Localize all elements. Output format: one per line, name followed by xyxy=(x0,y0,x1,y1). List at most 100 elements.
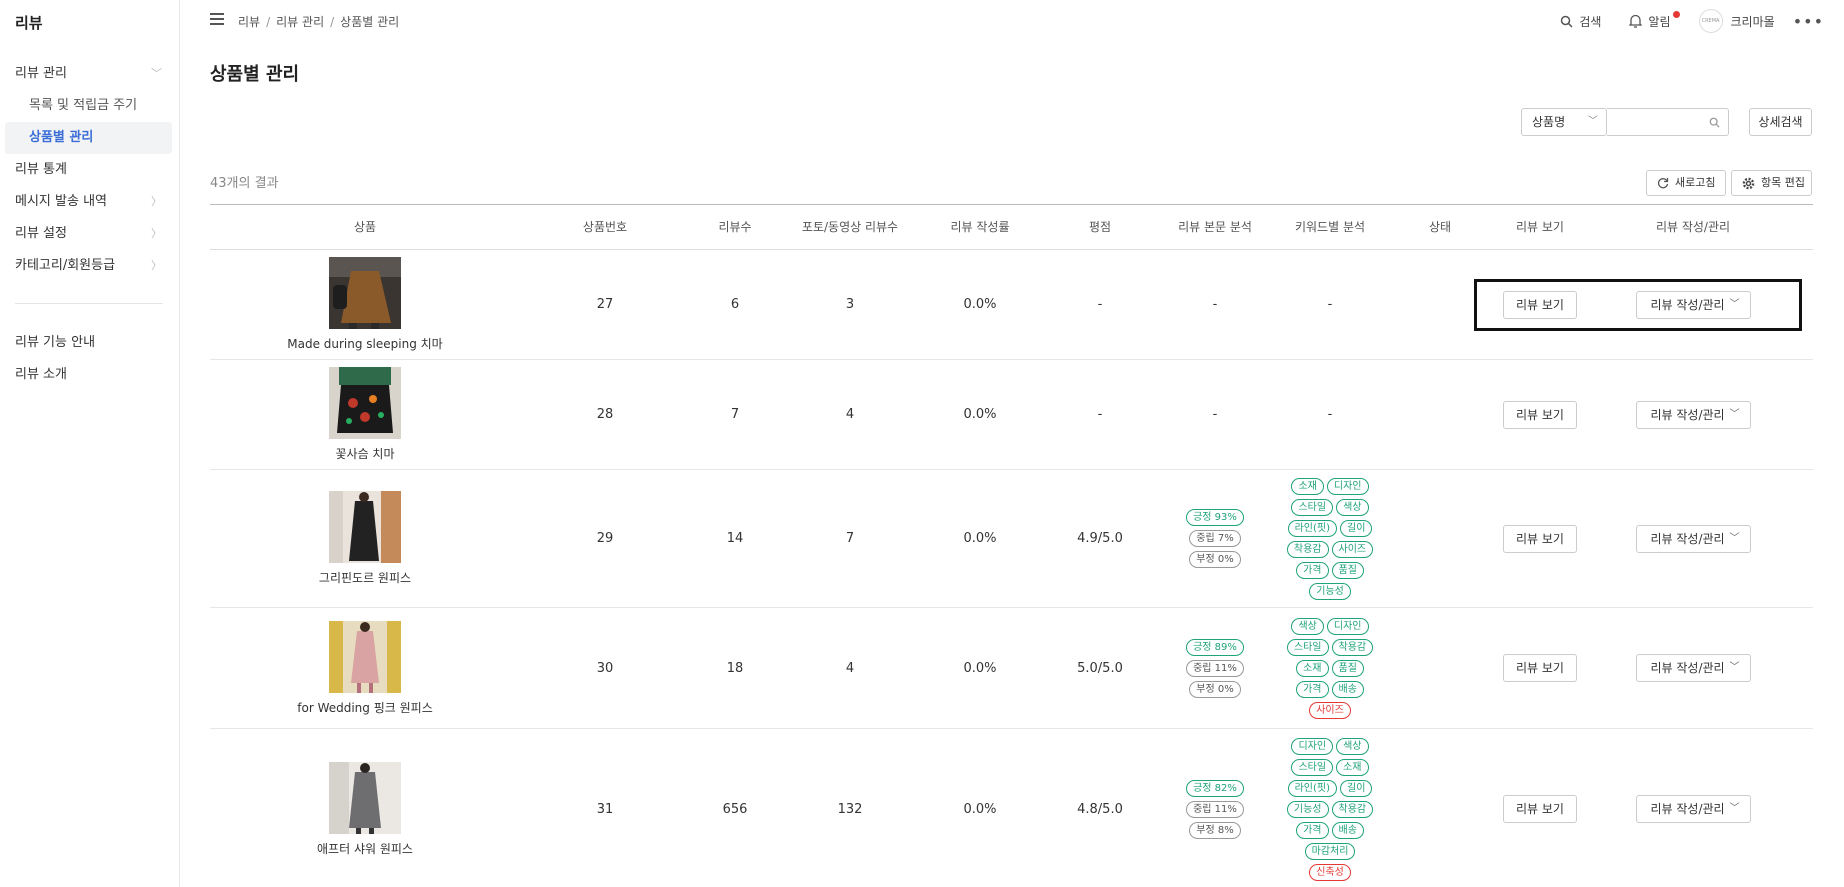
product-cell[interactable]: 애프터 샤워 원피스 xyxy=(210,729,520,887)
detail-search-button[interactable]: 상세검색 xyxy=(1749,108,1812,136)
edit-columns-button[interactable]: 항목 편집 xyxy=(1731,170,1812,196)
keyword-tag[interactable]: 디자인 xyxy=(1326,617,1369,635)
sidebar-item-category-grade[interactable]: 카테고리/회원등급 〉 xyxy=(0,250,180,282)
keyword-tag[interactable]: 착용감 xyxy=(1331,638,1374,656)
keyword-tag-negative[interactable]: 신축성 xyxy=(1309,863,1351,881)
keyword-tag[interactable]: 품질 xyxy=(1331,561,1364,579)
product-cell[interactable]: Made during sleeping 치마 xyxy=(210,250,520,359)
keyword-tag[interactable]: 품질 xyxy=(1331,659,1364,677)
sidebar-item-review-settings[interactable]: 리뷰 설정 〉 xyxy=(0,218,180,250)
keyword-tag[interactable]: 스타일 xyxy=(1291,498,1334,516)
product-thumbnail[interactable] xyxy=(329,620,401,693)
view-cell: 리뷰 보기 xyxy=(1480,360,1600,469)
keyword-tag[interactable]: 색상 xyxy=(1291,617,1324,635)
keyword-analysis: 색상 디자인 스타일 착용감 소재 품질 가격 배송 사이즈 xyxy=(1245,608,1415,728)
keyword-tag[interactable]: 길이 xyxy=(1340,519,1373,537)
hamburger-icon[interactable] xyxy=(210,13,224,25)
write-manage-dropdown[interactable]: 리뷰 작성/관리 ﹀ xyxy=(1635,795,1751,823)
view-reviews-button[interactable]: 리뷰 보기 xyxy=(1503,524,1577,553)
column-header-write-manage: 리뷰 작성/관리 xyxy=(1655,220,1731,234)
product-cell[interactable]: for Wedding 핑크 원피스 xyxy=(210,608,520,728)
sidebar-item-review-stats[interactable]: 리뷰 통계 xyxy=(0,154,180,186)
view-reviews-button[interactable]: 리뷰 보기 xyxy=(1503,400,1577,429)
write-manage-dropdown[interactable]: 리뷰 작성/관리 ﹀ xyxy=(1635,524,1751,553)
keyword-tag[interactable]: 라인(핏) xyxy=(1287,779,1337,797)
product-name[interactable]: for Wedding 핑크 원피스 xyxy=(297,699,432,716)
sidebar-item-list-and-points[interactable]: 목록 및 적립금 주기 xyxy=(0,90,180,122)
keyword-tag[interactable]: 착용감 xyxy=(1331,800,1374,818)
view-reviews-button[interactable]: 리뷰 보기 xyxy=(1503,290,1577,319)
keyword-tag[interactable]: 소재 xyxy=(1336,758,1369,776)
product-name[interactable]: 그리핀도르 원피스 xyxy=(319,569,411,586)
product-thumbnail[interactable] xyxy=(329,491,401,563)
product-cell[interactable]: 꽃사슴 치마 xyxy=(210,360,520,469)
view-reviews-button[interactable]: 리뷰 보기 xyxy=(1503,654,1577,682)
photo-review-count: 3 xyxy=(845,297,855,312)
keyword-tag[interactable]: 배송 xyxy=(1331,680,1364,698)
search-link[interactable]: 검색 xyxy=(1560,13,1601,30)
edit-columns-label: 항목 편집 xyxy=(1761,176,1805,189)
write-manage-dropdown[interactable]: 리뷰 작성/관리 ﹀ xyxy=(1635,290,1751,319)
column-header-view-reviews: 리뷰 보기 xyxy=(1516,220,1564,234)
sidebar-item-feature-guide[interactable]: 리뷰 기능 안내 xyxy=(0,327,180,359)
keyword-tag[interactable]: 배송 xyxy=(1331,821,1364,839)
keyword-tag[interactable]: 소재 xyxy=(1291,477,1324,495)
product-thumbnail[interactable] xyxy=(329,761,401,834)
keyword-tag-negative[interactable]: 사이즈 xyxy=(1309,701,1351,719)
product-cell[interactable]: 그리핀도르 원피스 xyxy=(210,470,520,607)
sidebar-item-review-management[interactable]: 리뷰 관리 ﹀ xyxy=(0,58,180,90)
keyword-tag[interactable]: 스타일 xyxy=(1286,638,1329,656)
keyword-tag[interactable]: 색상 xyxy=(1336,737,1369,755)
keyword-tag[interactable]: 색상 xyxy=(1336,498,1369,516)
keyword-tag[interactable]: 가격 xyxy=(1296,821,1329,839)
keyword-tag[interactable]: 가격 xyxy=(1296,680,1329,698)
keyword-tag[interactable]: 마감처리 xyxy=(1304,842,1356,860)
topbar-actions: 검색 알림 CREMA 크리마몰 ••• xyxy=(1532,9,1824,33)
write-manage-dropdown[interactable]: 리뷰 작성/관리 ﹀ xyxy=(1635,400,1751,429)
breadcrumb-item: 상품별 관리 xyxy=(340,15,400,29)
column-header-photo-reviews: 포토/동영상 리뷰수 xyxy=(801,220,899,234)
review-count: 14 xyxy=(726,531,744,546)
view-reviews-button[interactable]: 리뷰 보기 xyxy=(1503,795,1577,823)
product-thumbnail[interactable] xyxy=(329,367,401,439)
keyword-analysis: 소재 디자인 스타일 색상 라인(핏) 길이 착용감 사이즈 가격 품질 기능성 xyxy=(1245,470,1415,607)
breadcrumb-item[interactable]: 리뷰 관리 xyxy=(276,15,324,29)
product-name[interactable]: 애프터 샤워 원피스 xyxy=(317,840,413,857)
keyword-tag[interactable]: 기능성 xyxy=(1309,582,1351,600)
keyword-tag[interactable]: 디자인 xyxy=(1326,477,1369,495)
chevron-down-icon: ﹀ xyxy=(151,67,162,80)
sentiment-neutral: 중립 7% xyxy=(1189,530,1241,547)
chevron-down-icon: ﹀ xyxy=(1729,532,1740,544)
search-icon xyxy=(1709,117,1720,128)
keyword-tag[interactable]: 기능성 xyxy=(1286,800,1329,818)
product-name[interactable]: Made during sleeping 치마 xyxy=(287,335,442,352)
keyword-tag[interactable]: 길이 xyxy=(1340,779,1373,797)
keyword-tag[interactable]: 스타일 xyxy=(1291,758,1334,776)
sidebar-item-review-intro[interactable]: 리뷰 소개 xyxy=(0,359,180,391)
keyword-tag[interactable]: 라인(핏) xyxy=(1287,519,1337,537)
product-name[interactable]: 꽃사슴 치마 xyxy=(335,445,394,462)
breadcrumb-item[interactable]: 리뷰 xyxy=(238,15,260,29)
table-row: 꽃사슴 치마 28 7 4 0.0% - - - 리뷰 보기 리뷰 작성/관리 ﹀ xyxy=(210,360,1813,470)
sidebar-item-product-management[interactable]: 상품별 관리 xyxy=(5,122,172,154)
search-field-select[interactable]: 상품명 ﹀ xyxy=(1521,108,1607,136)
keyword-tag[interactable]: 사이즈 xyxy=(1331,540,1374,558)
refresh-button[interactable]: 새로고침 xyxy=(1646,170,1726,196)
bell-icon xyxy=(1629,14,1643,28)
user-menu[interactable]: CREMA 크리마몰 xyxy=(1698,9,1775,33)
write-manage-dropdown[interactable]: 리뷰 작성/관리 ﹀ xyxy=(1635,654,1751,682)
keyword-tag[interactable]: 소재 xyxy=(1296,659,1329,677)
search-input[interactable] xyxy=(1607,108,1729,136)
sidebar-item-message-history[interactable]: 메시지 발송 내역 〉 xyxy=(0,186,180,218)
search-label: 검색 xyxy=(1579,14,1602,29)
keyword-tag[interactable]: 디자인 xyxy=(1291,737,1334,755)
more-icon[interactable]: ••• xyxy=(1793,12,1824,31)
product-thumbnail[interactable] xyxy=(329,257,401,329)
keyword-tag[interactable]: 가격 xyxy=(1296,561,1329,579)
alert-link[interactable]: 알림 xyxy=(1629,10,1681,30)
sentiment-list: 긍정 93% 중립 7% 부정 0% xyxy=(1186,509,1244,568)
keyword-list: 색상 디자인 스타일 착용감 소재 품질 가격 배송 사이즈 xyxy=(1284,617,1376,719)
photo-review-count: 4 xyxy=(845,407,855,422)
view-cell: 리뷰 보기 xyxy=(1480,470,1600,607)
keyword-tag[interactable]: 착용감 xyxy=(1286,540,1329,558)
